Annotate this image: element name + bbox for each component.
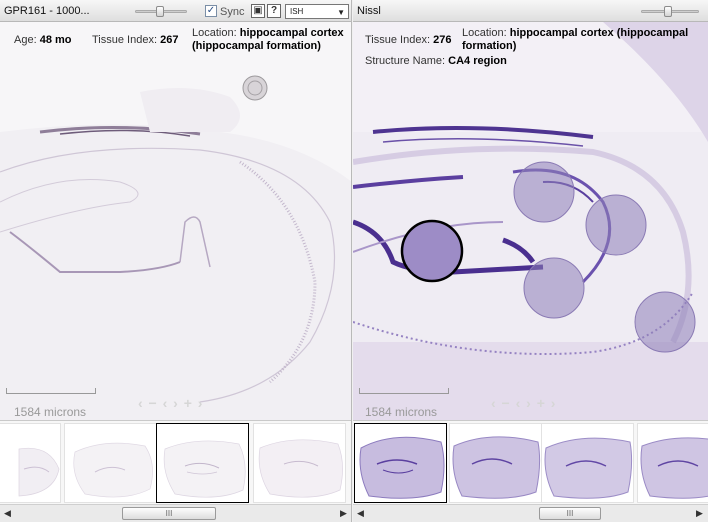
sync-checkbox[interactable]: ✓ <box>205 5 217 17</box>
nissl-image-pane: Nissl Tissue Index: 276 Location: hippoc… <box>353 0 708 522</box>
thumbnail-strip <box>353 420 708 504</box>
structure-highlight <box>523 257 585 319</box>
left-titlebar: GPR161 - 1000... ✓ Sync ▣ ? ISH ▼ <box>0 0 351 22</box>
location-label: Location: <box>462 27 507 39</box>
scroll-left-icon[interactable]: ◀ <box>4 508 11 519</box>
nissl-section-image[interactable] <box>353 22 708 420</box>
age-info: Age: 48 mo <box>14 34 72 47</box>
structure-highlight <box>634 291 696 353</box>
ish-section-image[interactable] <box>0 22 351 420</box>
scroll-right-icon[interactable]: ▶ <box>340 508 347 519</box>
tissue-index-value: 267 <box>160 34 179 46</box>
zoom-slider[interactable] <box>641 6 699 17</box>
scale-label: 1584 microns <box>14 405 87 419</box>
zoom-slider-thumb[interactable] <box>156 6 164 17</box>
thumbnail-selected[interactable] <box>354 423 447 503</box>
save-icon[interactable]: ▣ <box>251 4 265 18</box>
help-icon[interactable]: ? <box>267 4 281 18</box>
tissue-index-value: 276 <box>433 34 452 46</box>
thumbnail[interactable] <box>0 423 61 503</box>
thumbnail[interactable] <box>541 423 634 503</box>
thumbnail[interactable] <box>253 423 346 503</box>
scroll-left-icon[interactable]: ◀ <box>357 508 364 519</box>
stain-title: Nissl <box>357 5 381 17</box>
location-value-line2: (hippocampal formation) <box>192 40 321 52</box>
chevron-down-icon: ▼ <box>337 8 345 17</box>
scroll-right-icon[interactable]: ▶ <box>696 508 703 519</box>
location-value-line2: formation) <box>462 40 517 52</box>
location-value-line1: hippocampal cortex (hippocampal <box>509 27 689 39</box>
image-type-value: ISH <box>290 7 304 16</box>
thumbnail[interactable] <box>637 423 708 503</box>
right-titlebar: Nissl <box>353 0 708 22</box>
thumbnail[interactable] <box>64 423 157 503</box>
tissue-index-label: Tissue Index: <box>365 34 431 46</box>
scale-label: 1584 microns <box>365 405 438 419</box>
ish-image-pane: GPR161 - 1000... ✓ Sync ▣ ? ISH ▼ Age: 4… <box>0 0 352 522</box>
structure-name-info: Structure Name: CA4 region <box>365 55 507 68</box>
thumbnail-scrollbar[interactable]: ◀ III ▶ <box>0 504 351 522</box>
zoom-slider-thumb[interactable] <box>664 6 672 17</box>
location-label: Location: <box>192 27 237 39</box>
nissl-section-viewer[interactable]: Tissue Index: 276 Location: hippocampal … <box>353 22 708 420</box>
thumbnail-scrollbar[interactable]: ◀ III ▶ <box>353 504 708 522</box>
structure-name-label: Structure Name: <box>365 55 446 67</box>
gene-title: GPR161 - 1000... <box>4 5 90 17</box>
sync-label: Sync <box>220 6 245 18</box>
selected-structure-ca4 <box>400 219 464 283</box>
tissue-index-label: Tissue Index: <box>92 34 158 46</box>
age-label: Age: <box>14 34 37 46</box>
thumbnail[interactable] <box>449 423 542 503</box>
ish-section-viewer[interactable]: Age: 48 mo Tissue Index: 267 Location: h… <box>0 22 351 420</box>
location-info: Location: hippocampal cortex (hippocampa… <box>192 27 344 53</box>
structure-highlight <box>513 161 575 223</box>
structure-name-value: CA4 region <box>448 55 507 67</box>
location-value-line1: hippocampal cortex <box>239 27 344 39</box>
structure-highlight <box>585 194 647 256</box>
navigation-arrows[interactable]: ‹ − ‹ › + › <box>491 395 556 411</box>
thumbnail-strip <box>0 420 351 504</box>
age-value: 48 mo <box>39 34 72 46</box>
scale-bar <box>359 388 449 394</box>
navigation-arrows[interactable]: ‹ − ‹ › + › <box>138 395 203 411</box>
tissue-index-info: Tissue Index: 267 <box>92 34 178 47</box>
tissue-index-info: Tissue Index: 276 <box>365 34 451 47</box>
scale-bar <box>6 388 96 394</box>
scrollbar-thumb[interactable]: III <box>122 507 216 520</box>
location-info: Location: hippocampal cortex (hippocampa… <box>462 27 688 53</box>
scrollbar-thumb[interactable]: III <box>539 507 601 520</box>
zoom-slider[interactable] <box>135 6 187 17</box>
image-type-select[interactable]: ISH ▼ <box>285 4 349 19</box>
thumbnail-selected[interactable] <box>156 423 249 503</box>
